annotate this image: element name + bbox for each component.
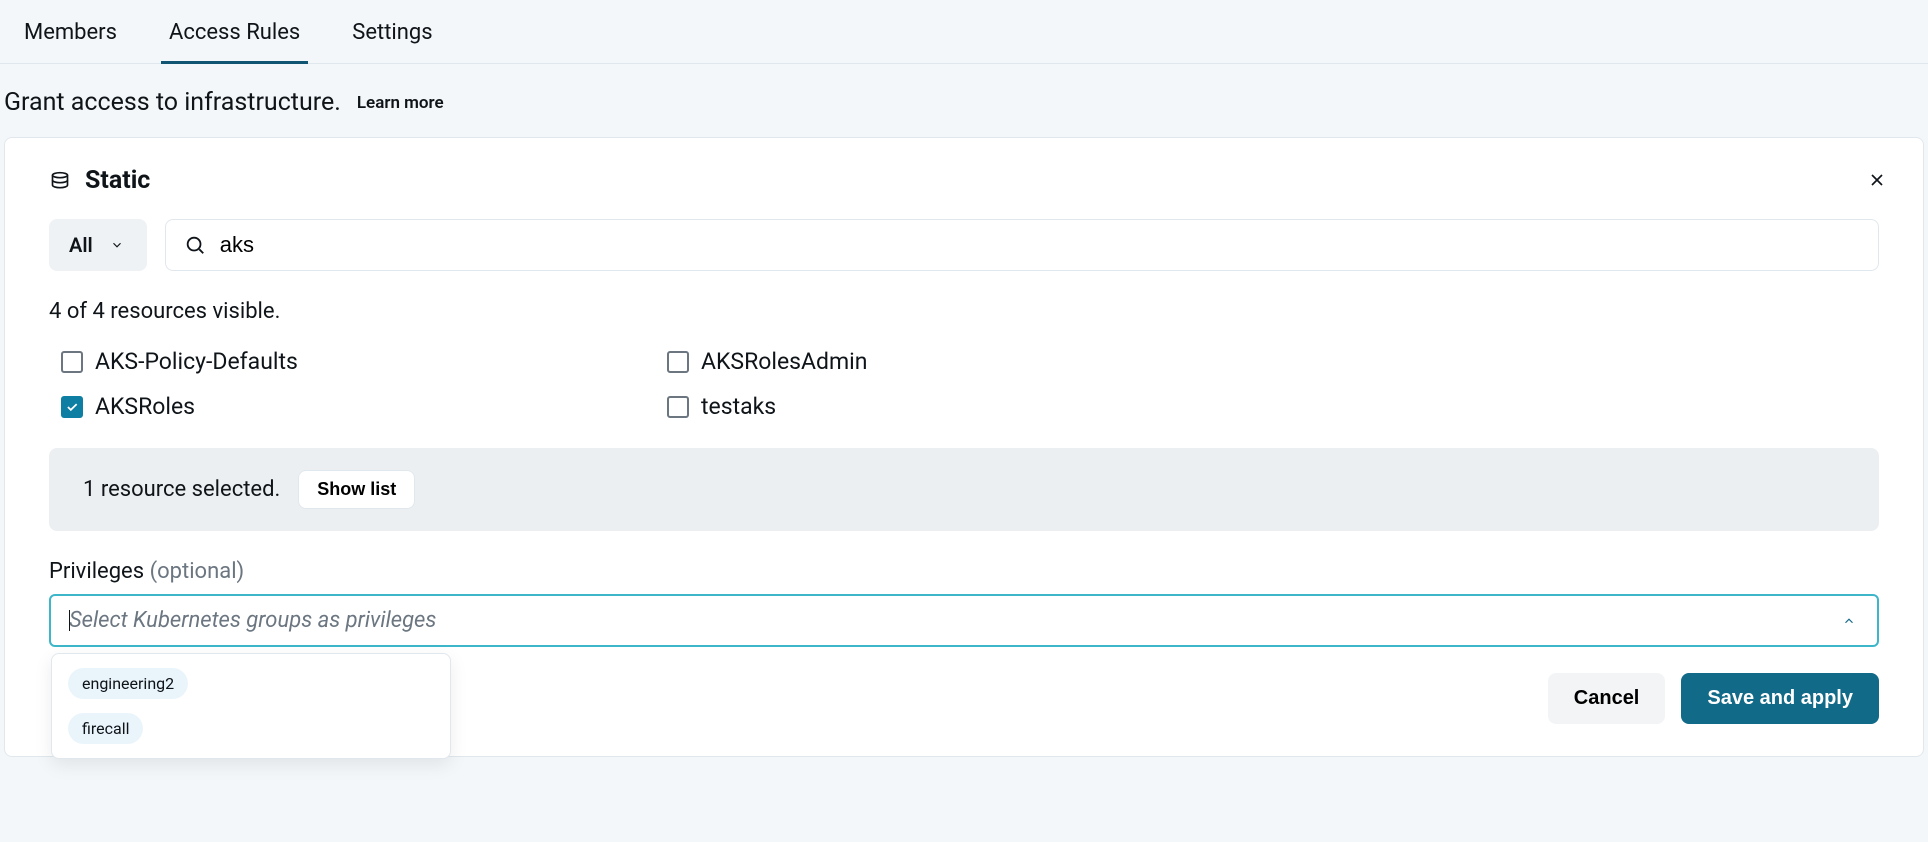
save-and-apply-button[interactable]: Save and apply: [1681, 673, 1879, 724]
privileges-placeholder-text: Select Kubernetes groups as privileges: [69, 608, 436, 633]
subhead-title: Grant access to infrastructure.: [4, 88, 341, 117]
privileges-placeholder: Select Kubernetes groups as privileges: [69, 608, 436, 633]
show-list-button[interactable]: Show list: [298, 470, 415, 509]
close-button[interactable]: [1863, 166, 1891, 194]
privileges-label-text: Privileges: [49, 559, 144, 584]
resource-label: testaks: [701, 393, 776, 420]
resource-label: AKS-Policy-Defaults: [95, 348, 298, 375]
checkbox-icon: [667, 396, 689, 418]
resource-item[interactable]: AKSRolesAdmin: [667, 348, 1273, 375]
search-icon: [184, 234, 206, 256]
subheader: Grant access to infrastructure. Learn mo…: [0, 64, 1928, 137]
privileges-label: Privileges (optional): [49, 559, 1879, 584]
resource-item[interactable]: testaks: [667, 393, 1273, 420]
filter-all-label: All: [69, 233, 93, 257]
panel-header: Static: [49, 166, 1879, 195]
close-icon: [1867, 170, 1887, 190]
selected-count: 1 resource selected.: [83, 477, 280, 502]
tab-settings[interactable]: Settings: [344, 0, 440, 63]
chevron-down-icon: [107, 238, 127, 252]
stack-icon: [49, 171, 71, 191]
checkbox-icon: [667, 351, 689, 373]
learn-more-link[interactable]: Learn more: [357, 93, 444, 113]
filter-row: All: [49, 219, 1879, 271]
checkbox-icon: [61, 351, 83, 373]
dropdown-option[interactable]: engineering2: [68, 668, 188, 699]
resource-grid: AKS-Policy-Defaults AKSRolesAdmin AKSRol…: [49, 348, 1879, 420]
search-wrap: [165, 219, 1879, 271]
resource-item[interactable]: AKS-Policy-Defaults: [61, 348, 667, 375]
privileges-dropdown: engineering2 firecall: [51, 653, 451, 759]
cancel-button[interactable]: Cancel: [1548, 673, 1666, 724]
panel-title: Static: [85, 166, 150, 195]
tab-access-rules[interactable]: Access Rules: [161, 0, 308, 63]
dropdown-option[interactable]: firecall: [68, 713, 143, 744]
privileges-optional: (optional): [150, 559, 245, 584]
search-input[interactable]: [220, 220, 1860, 270]
checkbox-checked-icon: [61, 396, 83, 418]
resource-count: 4 of 4 resources visible.: [49, 299, 1879, 324]
tab-bar: Members Access Rules Settings: [0, 0, 1928, 64]
filter-all-dropdown[interactable]: All: [49, 219, 147, 271]
selected-bar: 1 resource selected. Show list: [49, 448, 1879, 531]
resource-label: AKSRoles: [95, 393, 195, 420]
tab-members[interactable]: Members: [16, 0, 125, 63]
chevron-up-icon: [1839, 614, 1859, 628]
resource-label: AKSRolesAdmin: [701, 348, 867, 375]
resource-item[interactable]: AKSRoles: [61, 393, 667, 420]
privileges-select[interactable]: Select Kubernetes groups as privileges e…: [49, 594, 1879, 647]
static-panel: Static All 4 of 4: [4, 137, 1924, 757]
text-caret: [69, 610, 70, 631]
